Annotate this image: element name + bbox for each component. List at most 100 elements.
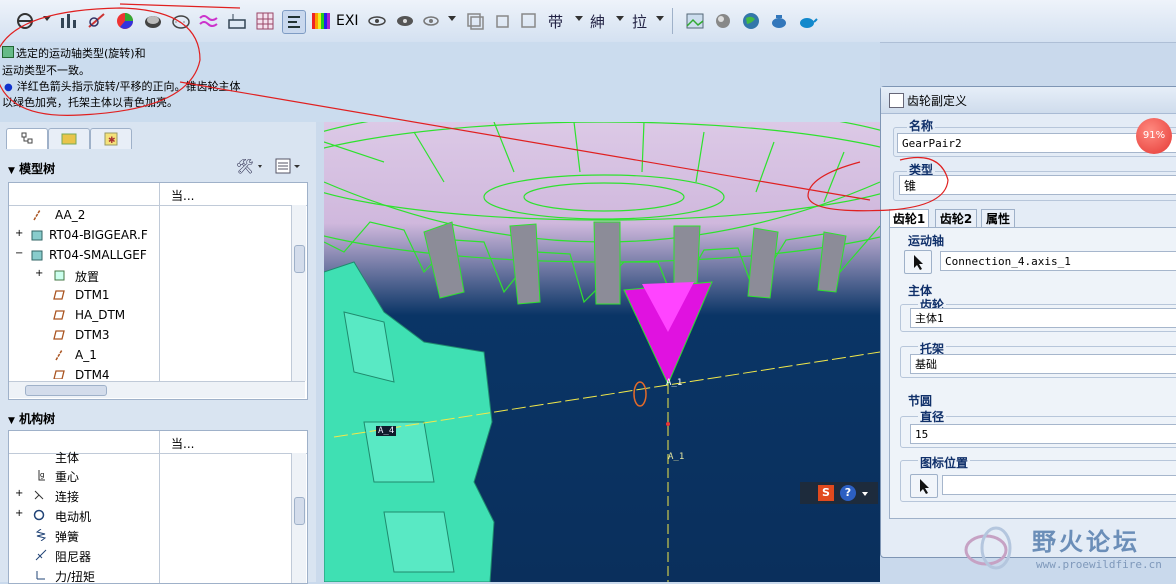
- horizontal-scrollbar[interactable]: [9, 381, 305, 398]
- box-icon[interactable]: [492, 10, 514, 32]
- tree-row[interactable]: + 放置: [9, 265, 289, 285]
- tree-row[interactable]: DTM4: [9, 365, 289, 379]
- name-input[interactable]: GearPair2: [897, 133, 1176, 153]
- eye-icon[interactable]: [366, 10, 388, 32]
- message-line-1: 选定的运动轴类型(旋转)和: [2, 45, 146, 61]
- dropdown-arrow-icon[interactable]: [43, 16, 51, 21]
- graphics-viewport[interactable]: A_4 A_1 A_1: [324, 122, 880, 582]
- tab-model-tree[interactable]: [6, 128, 48, 149]
- tree-row[interactable]: + 电动机: [9, 505, 289, 525]
- axis-icon: [31, 209, 43, 221]
- icon-position-field[interactable]: [942, 475, 1176, 495]
- teapot-icon[interactable]: [768, 10, 790, 32]
- wave-icon[interactable]: [198, 10, 220, 32]
- svg-text:拉: 拉: [632, 13, 647, 31]
- force-icon: [35, 569, 47, 581]
- eye-settings-icon[interactable]: [420, 10, 442, 32]
- collapse-arrow-icon[interactable]: ▼: [8, 416, 15, 426]
- tree-row[interactable]: A_1: [9, 345, 289, 365]
- tree-row[interactable]: HA_DTM: [9, 305, 289, 325]
- panel-splitter[interactable]: [316, 122, 324, 582]
- collapse-icon[interactable]: −: [15, 248, 23, 259]
- expand-icon[interactable]: +: [15, 508, 23, 519]
- material-icon[interactable]: [712, 10, 734, 32]
- hidden-line-icon[interactable]: [170, 10, 192, 32]
- input-method-icon[interactable]: S: [818, 485, 834, 501]
- dropdown-arrow-icon[interactable]: [616, 16, 624, 21]
- tab-folder[interactable]: [48, 128, 90, 149]
- help-icon[interactable]: ?: [840, 485, 856, 501]
- expand-icon[interactable]: +: [35, 268, 43, 279]
- gear-body-select[interactable]: 主体1: [910, 308, 1176, 328]
- column-label[interactable]: 当...: [171, 187, 194, 204]
- tree-row[interactable]: + RT04-BIGGEAR.F: [9, 225, 289, 245]
- model-tree-header[interactable]: ▼ 模型树: [8, 160, 55, 177]
- chain-icon[interactable]: 拉: [630, 10, 652, 32]
- tab-favorites[interactable]: ✱: [90, 128, 132, 149]
- view-orient-icon[interactable]: [14, 10, 36, 32]
- tree-row[interactable]: g 重心: [9, 465, 289, 485]
- layer-icon[interactable]: [464, 10, 486, 32]
- mechanism-tree-header[interactable]: ▼ 机构树: [8, 410, 55, 427]
- spectrum-icon[interactable]: [310, 10, 332, 32]
- box-front-icon[interactable]: [518, 10, 540, 32]
- tree-row-label: DTM1: [75, 288, 110, 302]
- dialog-titlebar[interactable]: 齿轮副定义: [881, 87, 1176, 114]
- dropdown-arrow-icon[interactable]: [656, 16, 664, 21]
- tree-row-label: RT04-SMALLGEF: [49, 248, 147, 262]
- globe-icon[interactable]: [740, 10, 762, 32]
- part-icon: [31, 249, 43, 261]
- diameter-input[interactable]: 15: [910, 424, 1176, 444]
- shading-icon[interactable]: [142, 10, 164, 32]
- floating-toolbar: S ?: [800, 482, 878, 504]
- exi-button[interactable]: EXI: [336, 13, 359, 29]
- scrollbar-thumb[interactable]: [25, 385, 107, 396]
- progress-badge[interactable]: 91%: [1136, 118, 1172, 154]
- collapse-arrow-icon[interactable]: ▼: [8, 166, 15, 176]
- tree-row[interactable]: 阻尼器: [9, 545, 289, 565]
- measure-icon[interactable]: [86, 10, 108, 32]
- tree-row[interactable]: − RT04-SMALLGEF: [9, 245, 289, 265]
- tree-row[interactable]: DTM3: [9, 325, 289, 345]
- vertical-scrollbar[interactable]: [291, 453, 306, 583]
- carrier-body-select[interactable]: 基础: [910, 354, 1176, 374]
- dropdown-arrow-icon[interactable]: [862, 492, 868, 496]
- datum-display-icon[interactable]: [226, 10, 248, 32]
- forum-watermark: 野火论坛 www.proewildfire.cn: [962, 518, 1176, 582]
- settings-icon[interactable]: 🛠: [236, 156, 266, 179]
- gear-model-graphic[interactable]: [324, 122, 880, 582]
- motion-axis-field[interactable]: Connection_4.axis_1: [940, 251, 1176, 271]
- show-menu-icon[interactable]: [272, 156, 304, 179]
- tree-row-label: 连接: [55, 490, 80, 504]
- tree-row[interactable]: 力/扭矩: [9, 565, 289, 583]
- expand-icon[interactable]: +: [15, 228, 23, 239]
- dropdown-arrow-icon[interactable]: [448, 16, 456, 21]
- type-select[interactable]: 锥: [899, 175, 1176, 195]
- pull-icon[interactable]: 紳: [588, 10, 610, 32]
- tree-row[interactable]: + 连接: [9, 485, 289, 505]
- tree-row[interactable]: 弹簧: [9, 525, 289, 545]
- icon-position-select-button[interactable]: [910, 474, 938, 498]
- chart-icon[interactable]: [58, 10, 80, 32]
- model-tree-column-header: 当...: [9, 183, 307, 206]
- scrollbar-thumb[interactable]: [294, 245, 305, 273]
- tree-row[interactable]: DTM1: [9, 285, 289, 305]
- visibility-icon[interactable]: [394, 10, 416, 32]
- spin-center-icon[interactable]: [282, 10, 306, 34]
- vertical-scrollbar[interactable]: [291, 205, 306, 381]
- tree-row[interactable]: AA_2: [9, 205, 289, 225]
- expand-icon[interactable]: +: [15, 488, 23, 499]
- grid-icon[interactable]: [254, 10, 276, 32]
- dropdown-arrow-icon[interactable]: [575, 16, 583, 21]
- motion-axis-select-button[interactable]: [904, 250, 932, 274]
- scrollbar-thumb[interactable]: [294, 497, 305, 525]
- tab-gear2[interactable]: 齿轮2: [935, 209, 977, 228]
- color-wheel-icon[interactable]: [114, 10, 136, 32]
- tab-gear1[interactable]: 齿轮1: [889, 209, 929, 228]
- image-icon[interactable]: [684, 10, 706, 32]
- belt-icon[interactable]: 带: [546, 10, 568, 32]
- render-teapot-icon[interactable]: [796, 10, 818, 32]
- tree-row-label: 主体: [55, 451, 80, 465]
- tree-row-label: HA_DTM: [75, 308, 126, 322]
- tab-properties[interactable]: 属性: [981, 209, 1015, 228]
